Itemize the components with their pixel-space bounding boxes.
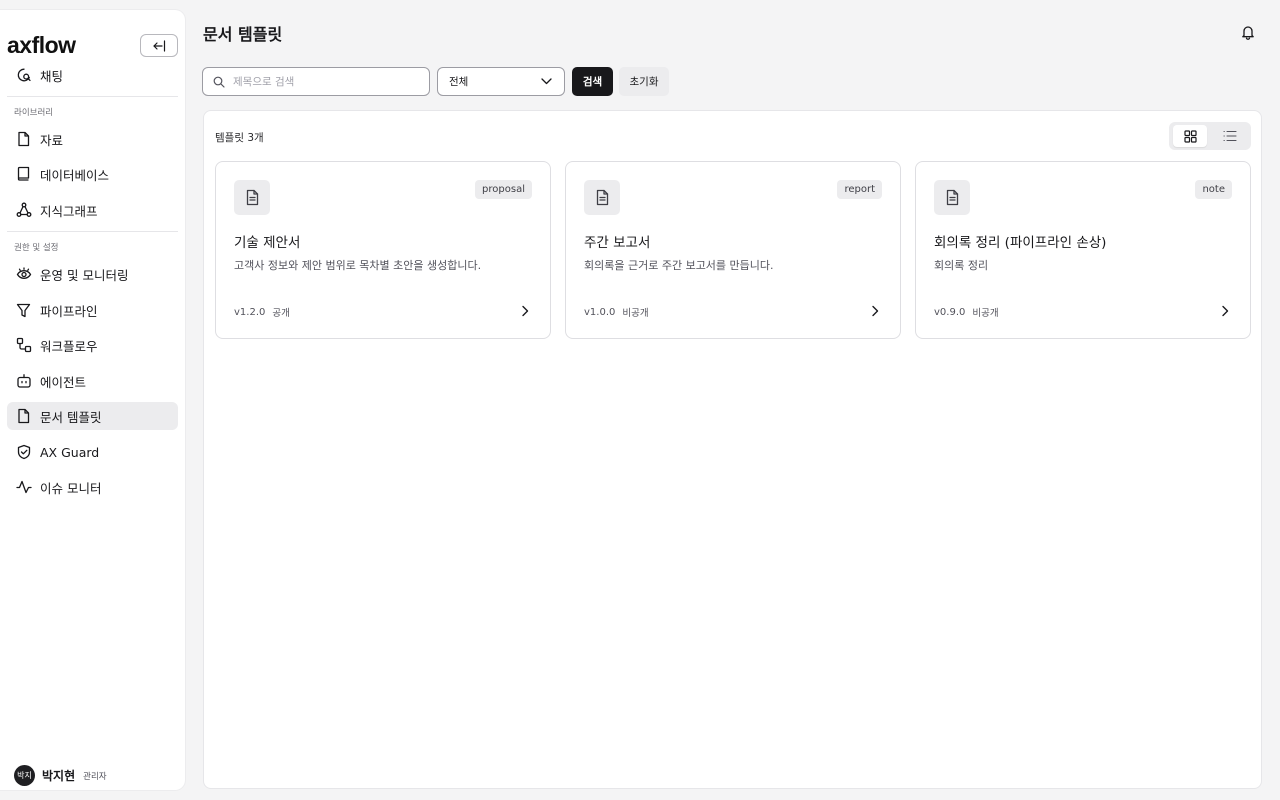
reset-button[interactable]: 초기화 [619, 67, 669, 96]
page-title: 문서 템플릿 [203, 25, 283, 44]
sidebar-item-label: 자료 [40, 132, 64, 148]
sidebar-item-label: 데이터베이스 [40, 167, 110, 183]
sidebar-divider [7, 231, 178, 232]
list-icon [1223, 130, 1237, 142]
sidebar-item-label: AX Guard [40, 444, 100, 460]
notifications-button[interactable] [1240, 24, 1256, 40]
template-meta: v1.0.0 비공개 [584, 305, 649, 320]
template-description: 회의록 정리 [934, 259, 989, 272]
file-icon [15, 408, 32, 425]
sidebar-item-ax-guard[interactable]: AX Guard [7, 438, 178, 466]
graph-icon [15, 202, 32, 219]
template-meta: v1.2.0 공개 [234, 305, 290, 320]
funnel-icon [15, 302, 32, 319]
search-input[interactable] [233, 75, 423, 88]
template-title: 기술 제안서 [234, 235, 301, 251]
sidebar-item-label: 문서 템플릿 [40, 409, 102, 425]
view-toggle [1169, 122, 1251, 150]
template-visibility: 공개 [272, 308, 290, 319]
search-button[interactable]: 검색 [572, 67, 613, 96]
sidebar-item-label: 지식그래프 [40, 203, 98, 219]
app-logo[interactable]: axflow [7, 33, 76, 57]
chevron-down-icon [541, 78, 552, 85]
sidebar-item-label: 운영 및 모니터링 [40, 267, 129, 283]
document-icon [934, 180, 970, 215]
shield-icon [15, 444, 32, 461]
chevron-right-icon[interactable] [1218, 304, 1232, 318]
template-tag: report [837, 180, 882, 199]
template-visibility: 비공개 [972, 308, 999, 319]
template-count: 템플릿 3개 [215, 132, 264, 144]
sidebar-item-pipeline[interactable]: 파이프라인 [7, 296, 178, 324]
chevron-right-icon[interactable] [518, 304, 532, 318]
sidebar-item-operations[interactable]: 운영 및 모니터링 [7, 260, 178, 288]
sidebar-item-chat[interactable]: 채팅 [7, 61, 178, 89]
sidebar-item-agent[interactable]: 에이전트 [7, 367, 178, 395]
template-description: 회의록을 근거로 주간 보고서를 만듭니다. [584, 259, 774, 272]
section-label-library: 라이브러리 [14, 108, 54, 118]
template-title: 주간 보고서 [584, 235, 651, 251]
user-role: 관리자 [83, 771, 107, 782]
collapse-sidebar-button[interactable] [140, 34, 178, 57]
select-value: 전체 [449, 76, 469, 88]
avatar: 박지 [14, 765, 35, 786]
activity-icon [15, 479, 32, 496]
search-box[interactable] [202, 67, 430, 96]
sidebar: axflow 채팅 라이브러리 자료 데이터베이스 지식그래프 권한 및 설정 … [0, 10, 185, 790]
template-version: v1.0.0 [584, 306, 616, 318]
template-card[interactable]: note 회의록 정리 (파이프라인 손상) 회의록 정리 v0.9.0 비공개 [915, 161, 1251, 339]
sidebar-item-label: 에이전트 [40, 374, 87, 390]
template-tag: proposal [475, 180, 532, 199]
template-description: 고객사 정보와 제안 범위로 목차별 초안을 생성합니다. [234, 259, 482, 272]
template-version: v1.2.0 [234, 306, 266, 318]
bot-icon [15, 373, 32, 390]
document-icon [234, 180, 270, 215]
workflow-icon [15, 337, 32, 354]
sidebar-item-workflow[interactable]: 워크플로우 [7, 331, 178, 359]
user-name: 박지현 [42, 769, 76, 783]
template-tag: note [1195, 180, 1232, 199]
template-title: 회의록 정리 (파이프라인 손상) [934, 235, 1107, 251]
document-icon [584, 180, 620, 215]
sidebar-item-files[interactable]: 자료 [7, 125, 178, 153]
user-profile[interactable]: 박지 박지현 관리자 [14, 765, 107, 786]
template-card[interactable]: report 주간 보고서 회의록을 근거로 주간 보고서를 만듭니다. v1.… [565, 161, 901, 339]
sidebar-item-database[interactable]: 데이터베이스 [7, 160, 178, 188]
sidebar-item-knowledge-graph[interactable]: 지식그래프 [7, 196, 178, 224]
section-label-settings: 권한 및 설정 [14, 243, 59, 253]
category-select[interactable]: 전체 [437, 67, 565, 96]
sidebar-item-label: 채팅 [40, 68, 64, 84]
template-visibility: 비공개 [622, 308, 649, 319]
search-icon [213, 76, 225, 88]
collapse-icon [153, 39, 166, 52]
list-view-button[interactable] [1213, 125, 1247, 147]
template-panel: 템플릿 3개 proposal 기술 제안서 고객사 정보와 제안 범위로 목차… [203, 110, 1262, 789]
sidebar-divider [7, 96, 178, 97]
template-version: v0.9.0 [934, 306, 966, 318]
template-card[interactable]: proposal 기술 제안서 고객사 정보와 제안 범위로 목차별 초안을 생… [215, 161, 551, 339]
sidebar-item-issue-monitor[interactable]: 이슈 모니터 [7, 473, 178, 501]
sidebar-item-label: 이슈 모니터 [40, 480, 102, 496]
sidebar-item-doc-templates[interactable]: 문서 템플릿 [7, 402, 178, 430]
chevron-right-icon[interactable] [868, 304, 882, 318]
sidebar-item-label: 워크플로우 [40, 338, 98, 354]
template-meta: v0.9.0 비공개 [934, 305, 999, 320]
chat-search-icon [15, 67, 32, 84]
sidebar-item-label: 파이프라인 [40, 303, 98, 319]
book-icon [15, 166, 32, 183]
file-icon [15, 131, 32, 148]
grid-view-button[interactable] [1173, 125, 1207, 147]
grid-icon [1183, 129, 1197, 143]
bell-icon [1242, 26, 1254, 40]
eye-icon [15, 266, 32, 283]
